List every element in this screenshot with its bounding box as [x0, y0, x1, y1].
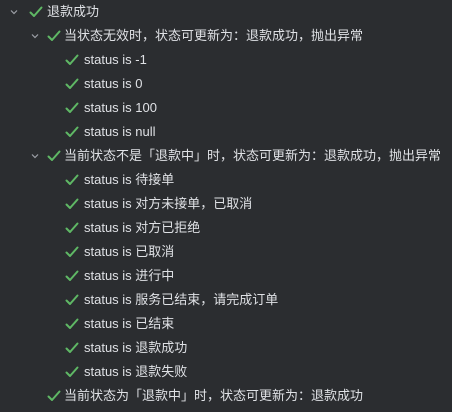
- test-item[interactable]: status is 100: [0, 96, 452, 120]
- test-label: status is 已取消: [84, 244, 175, 259]
- test-item[interactable]: status is 对方已拒绝: [0, 216, 452, 240]
- check-icon: [65, 192, 79, 216]
- test-results-tree: 退款成功当状态无效时，状态可更新为：退款成功，抛出异常 status is -1 s…: [0, 0, 452, 408]
- test-label: status is 退款成功: [84, 340, 188, 355]
- test-label: status is -1: [84, 52, 147, 67]
- test-item[interactable]: status is 进行中: [0, 264, 452, 288]
- test-label: status is null: [84, 124, 156, 139]
- check-icon: [65, 336, 79, 360]
- check-icon: [65, 288, 79, 312]
- check-icon: [65, 360, 79, 384]
- test-label: status is 对方已拒绝: [84, 220, 201, 235]
- check-icon: [65, 96, 79, 120]
- chevron-down-icon[interactable]: [29, 144, 41, 168]
- check-icon: [65, 240, 79, 264]
- test-group[interactable]: 退款成功: [0, 0, 452, 24]
- test-label: status is 待接单: [84, 172, 175, 187]
- check-icon: [65, 120, 79, 144]
- test-label: 退款成功: [47, 4, 100, 19]
- test-group[interactable]: 当前状态不是「退款中」时，状态可更新为：退款成功，抛出异常: [0, 144, 452, 168]
- test-label: status is 对方未接单，已取消: [84, 196, 253, 211]
- check-icon: [47, 144, 61, 168]
- test-label: status is 100: [84, 100, 157, 115]
- test-item[interactable]: status is null: [0, 120, 452, 144]
- test-label: status is 0: [84, 76, 143, 91]
- chevron-down-icon[interactable]: [29, 24, 41, 48]
- test-label: 当前状态为「退款中」时，状态可更新为：退款成功: [64, 388, 364, 403]
- test-item[interactable]: status is 服务已结束，请完成订单: [0, 288, 452, 312]
- test-group[interactable]: 当前状态为「退款中」时，状态可更新为：退款成功: [0, 384, 452, 408]
- test-item[interactable]: status is 退款失败: [0, 360, 452, 384]
- check-icon: [65, 216, 79, 240]
- test-item[interactable]: status is 已结束: [0, 312, 452, 336]
- test-label: status is 已结束: [84, 316, 175, 331]
- test-item[interactable]: status is 0: [0, 72, 452, 96]
- test-item[interactable]: status is 退款成功: [0, 336, 452, 360]
- test-item[interactable]: status is -1: [0, 48, 452, 72]
- test-label: status is 进行中: [84, 268, 175, 283]
- check-icon: [47, 24, 61, 48]
- test-item[interactable]: status is 待接单: [0, 168, 452, 192]
- check-icon: [29, 0, 43, 24]
- test-label: status is 退款失败: [84, 364, 188, 379]
- check-icon: [47, 384, 61, 408]
- check-icon: [65, 312, 79, 336]
- test-item[interactable]: status is 对方未接单，已取消: [0, 192, 452, 216]
- check-icon: [65, 72, 79, 96]
- test-label: status is 服务已结束，请完成订单: [84, 292, 279, 307]
- check-icon: [65, 168, 79, 192]
- check-icon: [65, 48, 79, 72]
- chevron-down-icon[interactable]: [8, 0, 20, 24]
- test-label: 当状态无效时，状态可更新为：退款成功，抛出异常: [64, 28, 364, 43]
- test-group[interactable]: 当状态无效时，状态可更新为：退款成功，抛出异常: [0, 24, 452, 48]
- test-item[interactable]: status is 已取消: [0, 240, 452, 264]
- check-icon: [65, 264, 79, 288]
- test-label: 当前状态不是「退款中」时，状态可更新为：退款成功，抛出异常: [64, 148, 442, 163]
